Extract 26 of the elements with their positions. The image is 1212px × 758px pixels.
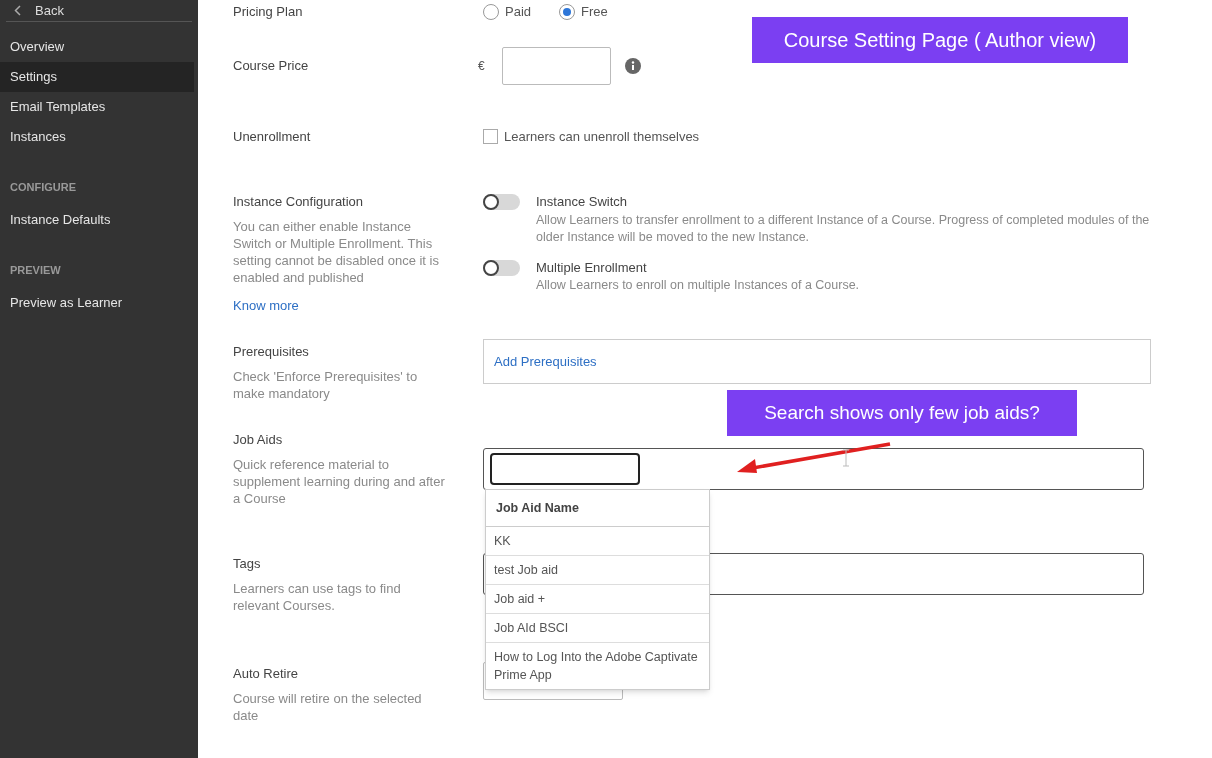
field-description: Course will retire on the selected date xyxy=(233,689,423,724)
radio-label: Free xyxy=(581,3,608,21)
checkbox-label: Learners can unenroll themselves xyxy=(504,128,700,146)
sidebar-heading: PREVIEW xyxy=(9,262,62,278)
field-description: Learners can use tags to find relevant Courses. xyxy=(233,579,402,614)
radio-label: Paid xyxy=(505,3,532,21)
field-label: Course Price xyxy=(233,57,310,75)
toggle-title: Instance Switch xyxy=(536,193,629,211)
field-description: Check 'Enforce Prerequisites' to make mandatory xyxy=(233,367,419,402)
toggle-description: Allow Learners to enroll on multiple Instances of a Course. xyxy=(536,277,861,294)
sidebar-heading: CONFIGURE xyxy=(9,179,77,195)
field-description: Quick reference material to supplement learning during and after a Course xyxy=(233,455,445,507)
field-label: Prerequisites xyxy=(233,343,310,361)
dropdown-header: Job Aid Name xyxy=(486,490,709,527)
toggle-title: Multiple Enrollment xyxy=(536,258,648,277)
field-label: Tags xyxy=(233,555,262,573)
annotation-label: Search shows only few job aids? xyxy=(727,390,1077,436)
toggle-description: Allow Learners to transfer enrollment to a different Instance of a Course. Progress of completed modules of the older Instance will be moved to the new Instance. xyxy=(536,211,1151,246)
currency-symbol: € xyxy=(478,58,486,75)
field-description: You can either enable Instance Switch or Multiple Enrollment. This setting cannot be disabled once it is enabled and published xyxy=(233,217,440,286)
field-label: Job Aids xyxy=(233,431,284,449)
annotation-label: Course Setting Page ( Author view) xyxy=(752,17,1128,63)
field-label: Pricing Plan xyxy=(233,3,304,21)
field-label: Auto Retire xyxy=(233,665,300,683)
field-label: Unenrollment xyxy=(233,128,312,146)
field-label: Instance Configuration xyxy=(233,193,365,211)
